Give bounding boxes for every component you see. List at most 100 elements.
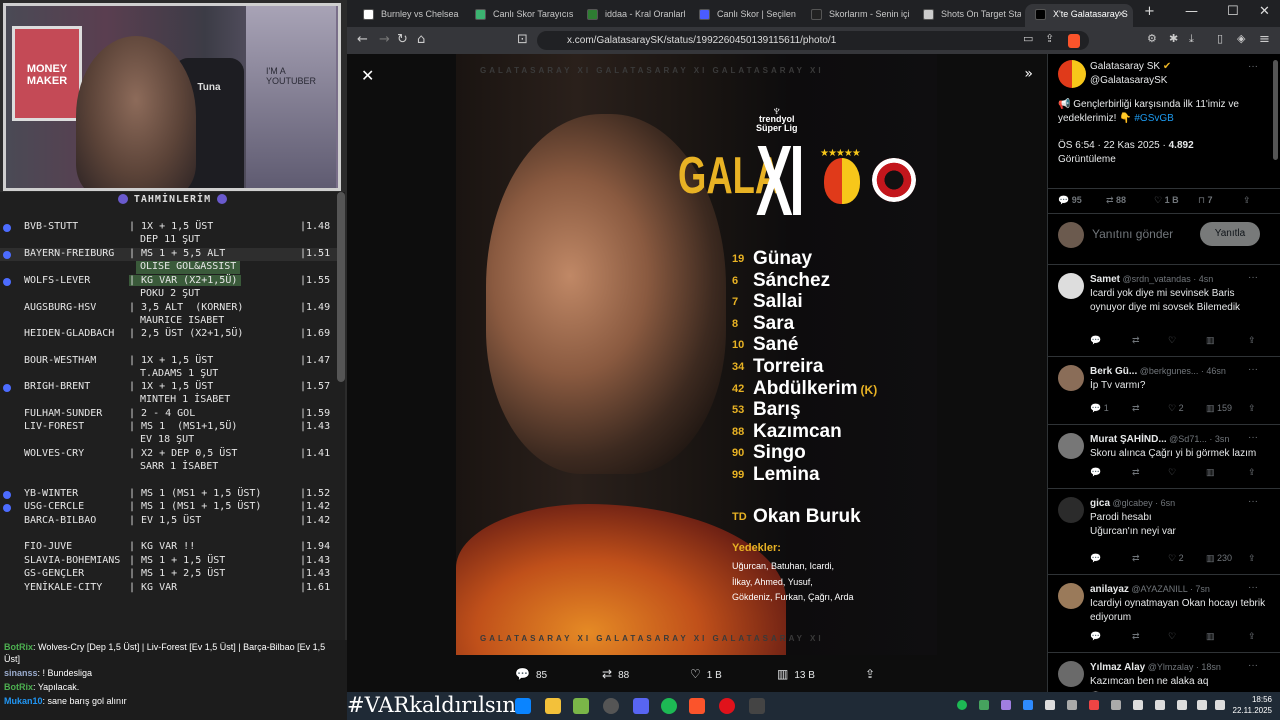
- close-window-button[interactable]: ✕: [1259, 4, 1270, 19]
- reply-name[interactable]: anilayaz: [1090, 584, 1129, 595]
- download-icon[interactable]: ⤓: [1189, 32, 1194, 46]
- reply-item[interactable]: Murat ŞAHİND... @Sd71... · 3sn ··· Skoru a…: [1048, 424, 1280, 488]
- galatasaray-avatar[interactable]: [1058, 60, 1086, 88]
- reply-item[interactable]: Berk Gü... @berkgunes... · 46sn ··· İp Tv …: [1048, 356, 1280, 424]
- more-icon[interactable]: ···: [1248, 271, 1258, 285]
- bookmark-button[interactable]: ⊓ 7: [1198, 195, 1213, 206]
- repost-action[interactable]: ⇄ 88: [602, 667, 629, 681]
- tray-icon[interactable]: [979, 700, 989, 710]
- tray-icon[interactable]: [1001, 700, 1011, 710]
- more-icon[interactable]: ···: [1248, 659, 1258, 673]
- notepad-icon[interactable]: [573, 698, 589, 714]
- browser-tab[interactable]: iddaa - Kral Oranlarla: [577, 4, 685, 27]
- reply-avatar[interactable]: [1058, 583, 1084, 609]
- minimize-button[interactable]: —: [1185, 4, 1198, 19]
- tray-icon[interactable]: [1067, 700, 1077, 710]
- like-button[interactable]: ♡ 1 B: [1154, 195, 1179, 206]
- reply-name[interactable]: Murat ŞAHİND...: [1090, 434, 1167, 445]
- back-icon[interactable]: ←: [357, 32, 368, 47]
- reply-item[interactable]: anilayaz @AYAZANILL · 7sn ··· Icardiyi oyn…: [1048, 574, 1280, 652]
- reply-share-icon[interactable]: ⇪: [1248, 335, 1256, 346]
- reply-like-icon[interactable]: ♡: [1168, 335, 1176, 346]
- sidebar-icon[interactable]: ▯: [1217, 32, 1223, 45]
- wallet-icon[interactable]: ◈: [1237, 32, 1245, 45]
- tab-close-icon[interactable]: ✕: [1117, 4, 1125, 24]
- app-icon[interactable]: [749, 698, 765, 714]
- cast-icon[interactable]: ▭: [1023, 32, 1033, 45]
- menu-icon[interactable]: ≡: [1259, 32, 1270, 47]
- reply-submit-button[interactable]: Yanıtla: [1200, 222, 1260, 246]
- close-icon[interactable]: ✕: [361, 66, 374, 85]
- reply-avatar[interactable]: [1058, 661, 1084, 687]
- reply-views-icon[interactable]: ▥ 159: [1206, 403, 1232, 414]
- more-icon[interactable]: ···: [1248, 431, 1258, 445]
- reply-avatar[interactable]: [1058, 273, 1084, 299]
- home-icon[interactable]: ⌂: [417, 32, 425, 47]
- tray-icon[interactable]: [1023, 700, 1033, 710]
- reply-avatar[interactable]: [1058, 497, 1084, 523]
- reply-share-icon[interactable]: ⇪: [1248, 467, 1256, 478]
- reply-like-icon[interactable]: ♡ 2: [1168, 553, 1184, 564]
- reply-avatar[interactable]: [1058, 365, 1084, 391]
- more-icon[interactable]: ···: [1248, 495, 1258, 509]
- tray-icon[interactable]: [1155, 700, 1165, 710]
- reload-icon[interactable]: ↻: [397, 32, 408, 47]
- mic-icon[interactable]: [1177, 700, 1187, 710]
- like-action[interactable]: ♡ 1 B: [690, 667, 722, 681]
- reply-item[interactable]: Samet @srdn_vatandas · 4sn ··· Icardi yok …: [1048, 264, 1280, 356]
- spotify-icon[interactable]: [661, 698, 677, 714]
- repost-button[interactable]: ⇄ 88: [1106, 195, 1126, 206]
- start-icon[interactable]: [515, 698, 531, 714]
- reply-views-icon[interactable]: ▥ 230: [1206, 553, 1232, 564]
- reply-repost-icon[interactable]: ⇄: [1132, 403, 1140, 414]
- obs-icon[interactable]: [603, 698, 619, 714]
- tweet-time[interactable]: ÖS 6:54 · 22 Kas 2025 ·: [1058, 140, 1169, 151]
- reply-repost-icon[interactable]: ⇄: [1132, 631, 1140, 642]
- reply-input[interactable]: Yanıtını gönder: [1092, 227, 1173, 241]
- replies-action[interactable]: 💬 85: [515, 667, 547, 681]
- url-field[interactable]: x.com/GalatasaraySK/status/1992260450139…: [537, 31, 1089, 50]
- reply-like-icon[interactable]: ♡ 2: [1168, 403, 1184, 414]
- reply-views-icon[interactable]: ▥: [1206, 631, 1215, 642]
- share-icon[interactable]: ⇪: [1045, 32, 1054, 45]
- chat-username[interactable]: BotRix: [4, 642, 33, 652]
- network-icon[interactable]: [1197, 700, 1207, 710]
- author-name[interactable]: Galatasaray SK ✔: [1090, 60, 1171, 74]
- tray-icon[interactable]: [1111, 700, 1121, 710]
- browser-tab[interactable]: X'te Galatasaray S ✕: [1025, 4, 1133, 27]
- reply-reply-icon[interactable]: 💬: [1090, 631, 1101, 642]
- more-icon[interactable]: ···: [1248, 363, 1258, 377]
- more-icon[interactable]: ···: [1248, 581, 1258, 595]
- more-icon[interactable]: ···: [1248, 60, 1258, 74]
- reply-repost-icon[interactable]: ⇄: [1132, 467, 1140, 478]
- browser-tab[interactable]: Shots On Target Statis: [913, 4, 1021, 27]
- reply-repost-icon[interactable]: ⇄: [1132, 553, 1140, 564]
- hashtag-link[interactable]: #GSvGB: [1134, 113, 1173, 124]
- reply-name[interactable]: Yılmaz Alay: [1090, 662, 1145, 673]
- discord-icon[interactable]: [633, 698, 649, 714]
- brave-icon[interactable]: [689, 698, 705, 714]
- tray-icon[interactable]: [1089, 700, 1099, 710]
- reply-share-icon[interactable]: ⇪: [1248, 631, 1256, 642]
- volume-icon[interactable]: [1215, 700, 1225, 710]
- reply-reply-icon[interactable]: 💬: [1090, 553, 1101, 564]
- panel-scrollbar[interactable]: [1273, 60, 1278, 160]
- reply-name[interactable]: gica: [1090, 498, 1110, 509]
- reply-name[interactable]: Berk Gü...: [1090, 366, 1137, 377]
- chat-username[interactable]: sinanss: [4, 668, 38, 678]
- browser-tab[interactable]: Canlı Skor | Seçilen ma: [689, 4, 797, 27]
- new-tab-button[interactable]: +: [1144, 4, 1155, 19]
- reply-like-icon[interactable]: ♡: [1168, 631, 1176, 642]
- chat-username[interactable]: BotRix: [4, 682, 33, 692]
- chat-username[interactable]: Mukan10: [4, 696, 43, 706]
- tray-icon[interactable]: [1133, 700, 1143, 710]
- reply-avatar[interactable]: [1058, 433, 1084, 459]
- overlay-scrollbar[interactable]: [337, 192, 345, 382]
- extensions-icon[interactable]: ✱: [1169, 32, 1178, 45]
- share-button[interactable]: ⇪: [1243, 195, 1251, 206]
- reply-item[interactable]: gica @glcabey · 6sn ··· Parodi hesabı Uğurc…: [1048, 488, 1280, 574]
- brave-shield-icon[interactable]: [1068, 34, 1080, 48]
- forward-icon[interactable]: →: [379, 32, 390, 47]
- browser-tab[interactable]: Burnley vs Chelsea Stat: [353, 4, 461, 27]
- reply-button[interactable]: 💬 95: [1058, 195, 1082, 206]
